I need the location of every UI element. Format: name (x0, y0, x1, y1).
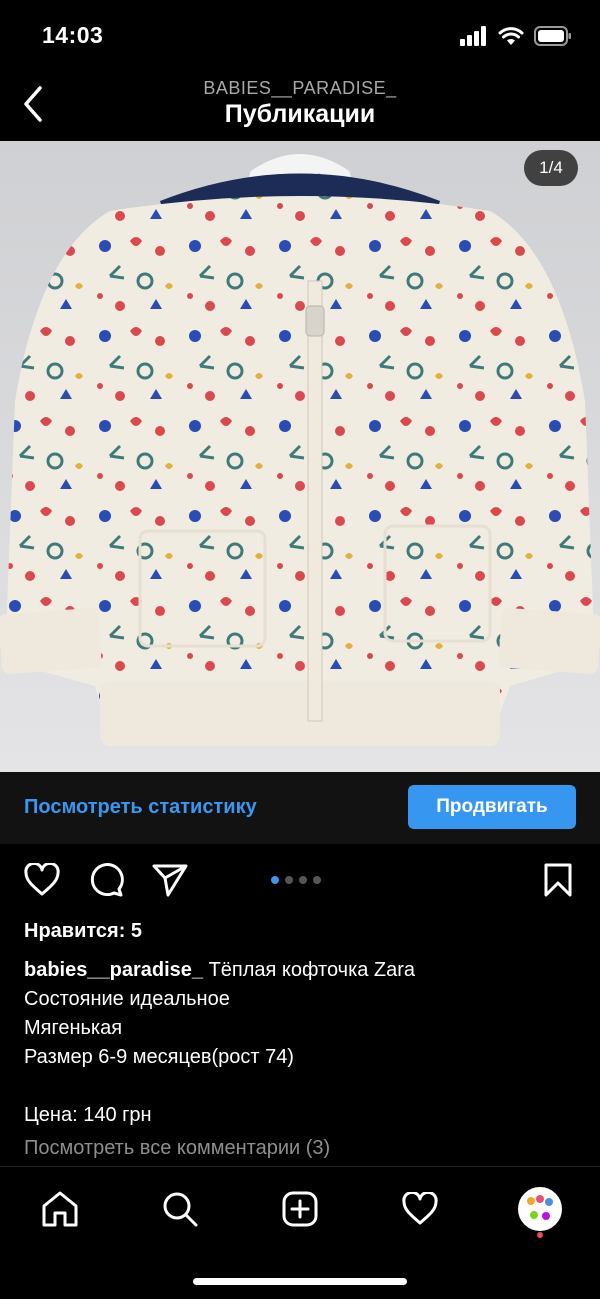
carousel-dot (299, 876, 307, 884)
promote-button[interactable]: Продвигать (408, 785, 576, 829)
post-image[interactable]: Hippib (0, 141, 600, 772)
avatar-logo-icon (520, 1189, 560, 1229)
jacket-illustration: Hippib (0, 141, 600, 772)
status-bar: 14:03 (0, 0, 600, 72)
caption-line: Мягенькая (24, 1017, 123, 1039)
caption-username[interactable]: babies__paradise_ (24, 959, 203, 981)
search-icon (163, 1192, 198, 1227)
caption-blank-line (24, 1072, 580, 1101)
carousel-dot (313, 876, 321, 884)
profile-avatar (518, 1187, 562, 1231)
carousel-dot (271, 876, 279, 884)
likes-count[interactable]: Нравится: 5 (24, 920, 142, 943)
nav-profile[interactable] (518, 1187, 562, 1231)
like-button[interactable] (22, 860, 62, 900)
post-caption: babies__paradise_ Тёплая кофточка Zara С… (24, 956, 580, 1130)
cellular-signal-icon (460, 26, 486, 46)
save-button[interactable] (538, 860, 578, 900)
home-icon (42, 1191, 78, 1227)
carousel-dot (285, 876, 293, 884)
notification-dot (537, 1232, 543, 1238)
page-title: Публикации (224, 100, 376, 128)
activity-icon (402, 1192, 438, 1225)
new-post-icon (282, 1191, 318, 1227)
image-counter: 1/4 (524, 150, 578, 186)
nav-new-post[interactable] (278, 1187, 322, 1231)
send-icon (152, 864, 188, 897)
nav-activity[interactable] (398, 1187, 442, 1231)
view-insights-link[interactable]: Посмотреть статистику (24, 796, 257, 819)
nav-search[interactable] (158, 1187, 202, 1231)
nav-home[interactable] (38, 1187, 82, 1231)
wifi-icon (498, 27, 524, 45)
battery-icon (534, 26, 571, 46)
comment-button[interactable] (86, 860, 126, 900)
carousel-indicator (271, 876, 321, 884)
comment-icon (90, 863, 124, 897)
caption-line: Состояние идеальное (24, 988, 230, 1010)
caption-line: Тёплая кофточка Zara (208, 959, 416, 981)
bookmark-icon (544, 863, 572, 897)
caption-line: Размер 6-9 месяцев(рост 74) (24, 1046, 294, 1068)
share-button[interactable] (150, 860, 190, 900)
heart-icon (24, 863, 60, 896)
caption-line: Цена: 140 грн (24, 1104, 152, 1126)
account-name: BABIES__PARADISE_ (203, 78, 397, 98)
insights-bar: Посмотреть статистику Продвигать (0, 772, 600, 844)
home-indicator (193, 1278, 407, 1285)
status-time: 14:03 (42, 22, 104, 48)
status-icons (460, 26, 572, 46)
view-comments-link[interactable]: Посмотреть все комментарии (3) (24, 1137, 330, 1160)
posts-header: BABIES__PARADISE_ Публикации (0, 72, 600, 142)
